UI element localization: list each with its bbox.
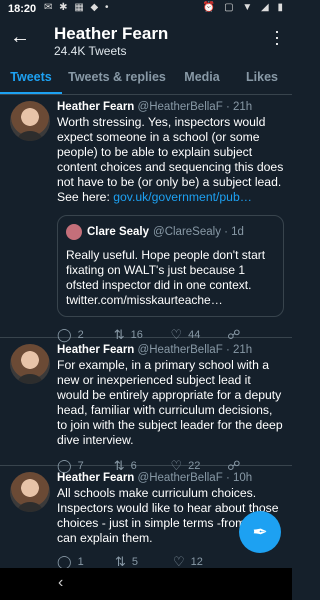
author-handle: @HeatherBellaF bbox=[137, 344, 223, 356]
tab-tweets-replies[interactable]: Tweets & replies bbox=[62, 62, 172, 94]
quote-author-handle: @ClareSealy · 1d bbox=[153, 226, 244, 238]
tweet-text: For example, in a primary school with a … bbox=[57, 358, 283, 447]
quoted-tweet[interactable]: Clare Sealy @ClareSealy · 1d Really usef… bbox=[57, 215, 284, 317]
tweet[interactable]: Heather Fearn @HeatherBellaF · 21h Worth… bbox=[0, 95, 292, 342]
like-count: 12 bbox=[190, 556, 203, 568]
compose-button[interactable]: ✒ bbox=[239, 511, 281, 553]
tab-likes[interactable]: Likes bbox=[232, 62, 292, 94]
status-bar: 18:20 ✉ ✱ ▦ ◆ • ⏰ ▢ ▼ ◢ ▮ bbox=[0, 0, 292, 18]
tab-tweets[interactable]: Tweets bbox=[0, 62, 62, 94]
system-nav-bar: ‹ bbox=[0, 568, 292, 600]
tweet-text: Worth stressing. Yes, inspectors would e… bbox=[57, 115, 284, 205]
tweet-time: · 21h bbox=[225, 101, 253, 113]
nav-back-icon[interactable]: ‹ bbox=[58, 574, 63, 592]
author-name: Heather Fearn bbox=[57, 344, 135, 356]
profile-header: ← Heather Fearn 24.4K Tweets · · · bbox=[0, 18, 292, 62]
tweet-count: 24.4K Tweets bbox=[54, 44, 127, 58]
tweet[interactable]: Heather Fearn @HeatherBellaF · 21h For e… bbox=[0, 338, 292, 473]
profile-name: Heather Fearn bbox=[54, 24, 169, 43]
notification-icons: ✉ ✱ ▦ ◆ • bbox=[44, 2, 111, 13]
tweet-time: · 10h bbox=[225, 472, 253, 484]
more-vertical-icon[interactable]: · · · bbox=[274, 22, 280, 52]
author-name: Heather Fearn bbox=[57, 472, 135, 484]
avatar[interactable] bbox=[10, 101, 50, 141]
tweet-time: · 21h bbox=[225, 344, 253, 356]
quote-avatar bbox=[66, 224, 82, 240]
arrow-left-icon[interactable]: ← bbox=[10, 26, 30, 49]
status-time: 18:20 bbox=[8, 3, 37, 15]
reply-count: 1 bbox=[77, 556, 84, 568]
compose-feather-icon: ✒ bbox=[252, 522, 268, 542]
profile-tabs: Tweets Tweets & replies Media Likes bbox=[0, 62, 292, 95]
author-handle: @HeatherBellaF bbox=[137, 472, 223, 484]
author-handle: @HeatherBellaF bbox=[137, 101, 223, 113]
avatar[interactable] bbox=[10, 344, 50, 384]
avatar[interactable] bbox=[10, 472, 50, 512]
tweet-link[interactable]: gov.uk/government/pub… bbox=[113, 190, 252, 204]
system-status-icons: ⏰ ▢ ▼ ◢ ▮ bbox=[202, 2, 286, 13]
quote-author-name: Clare Sealy bbox=[87, 226, 150, 238]
author-name: Heather Fearn bbox=[57, 101, 135, 113]
retweet-count: 5 bbox=[131, 556, 139, 568]
quote-text: Really useful. Hope people don't start f… bbox=[66, 248, 266, 307]
tab-media[interactable]: Media bbox=[172, 62, 232, 94]
